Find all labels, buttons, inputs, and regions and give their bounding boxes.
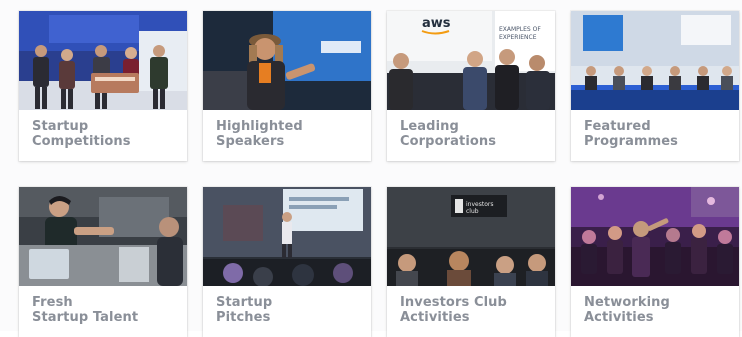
investors-club-sign-line1: investors bbox=[466, 201, 493, 208]
card-caption-line1: Fresh bbox=[32, 295, 73, 310]
card-caption: Startup Pitches bbox=[216, 295, 365, 325]
card-caption: Startup Competitions bbox=[32, 119, 181, 149]
card-caption-line1: Startup bbox=[216, 295, 273, 310]
card-startup-competitions[interactable]: Startup Competitions bbox=[19, 11, 187, 161]
card-caption-line2: Startup Talent bbox=[32, 310, 139, 325]
category-grid: Startup Competitions Highlighted Speaker… bbox=[19, 11, 739, 337]
card-caption-line1: Featured bbox=[584, 119, 651, 134]
investors-club-sign-line2: club bbox=[466, 208, 479, 215]
card-caption-line1: Investors Club bbox=[400, 295, 507, 310]
exhibit-sign-line2: EXPERIENCE bbox=[499, 34, 537, 41]
card-networking-activities[interactable]: Networking Activities bbox=[571, 187, 739, 337]
card-caption: Leading Corporations bbox=[400, 119, 549, 149]
startup-competitions-photo bbox=[19, 11, 187, 110]
card-caption-line2: Activities bbox=[400, 310, 470, 325]
aws-sign: aws bbox=[422, 16, 451, 31]
card-investors-club-activities[interactable]: investors club Investors Club Activities bbox=[387, 187, 555, 337]
card-leading-corporations[interactable]: aws EXAMPLES OF EXPERIENCE Leading Corpo… bbox=[387, 11, 555, 161]
card-caption-line2: Speakers bbox=[216, 134, 285, 149]
card-caption-line1: Highlighted bbox=[216, 119, 303, 134]
card-caption-line1: Networking bbox=[584, 295, 670, 310]
card-caption-line2: Competitions bbox=[32, 134, 131, 149]
featured-programmes-photo bbox=[571, 11, 739, 110]
card-caption: Networking Activities bbox=[584, 295, 733, 325]
leading-corporations-photo: aws EXAMPLES OF EXPERIENCE bbox=[387, 11, 555, 110]
card-caption: Highlighted Speakers bbox=[216, 119, 365, 149]
card-caption-line2: Corporations bbox=[400, 134, 497, 149]
card-caption: Featured Programmes bbox=[584, 119, 733, 149]
exhibit-sign-line1: EXAMPLES OF bbox=[499, 26, 541, 33]
card-caption-line2: Programmes bbox=[584, 134, 679, 149]
card-fresh-startup-talent[interactable]: Fresh Startup Talent bbox=[19, 187, 187, 337]
card-caption-line1: Leading bbox=[400, 119, 459, 134]
card-caption: Fresh Startup Talent bbox=[32, 295, 181, 325]
card-startup-pitches[interactable]: Startup Pitches bbox=[203, 187, 371, 337]
card-highlighted-speakers[interactable]: Highlighted Speakers bbox=[203, 11, 371, 161]
card-caption-line1: Startup bbox=[32, 119, 89, 134]
fresh-startup-talent-photo bbox=[19, 187, 187, 286]
startup-pitches-photo bbox=[203, 187, 371, 286]
highlighted-speakers-photo bbox=[203, 11, 371, 110]
card-featured-programmes[interactable]: Featured Programmes bbox=[571, 11, 739, 161]
networking-photo bbox=[571, 187, 739, 286]
card-caption: Investors Club Activities bbox=[400, 295, 549, 325]
content-frame: Startup Competitions Highlighted Speaker… bbox=[0, 0, 742, 337]
card-caption-line2: Pitches bbox=[216, 310, 271, 325]
card-caption-line2: Activities bbox=[584, 310, 654, 325]
investors-club-photo: investors club bbox=[387, 187, 555, 286]
